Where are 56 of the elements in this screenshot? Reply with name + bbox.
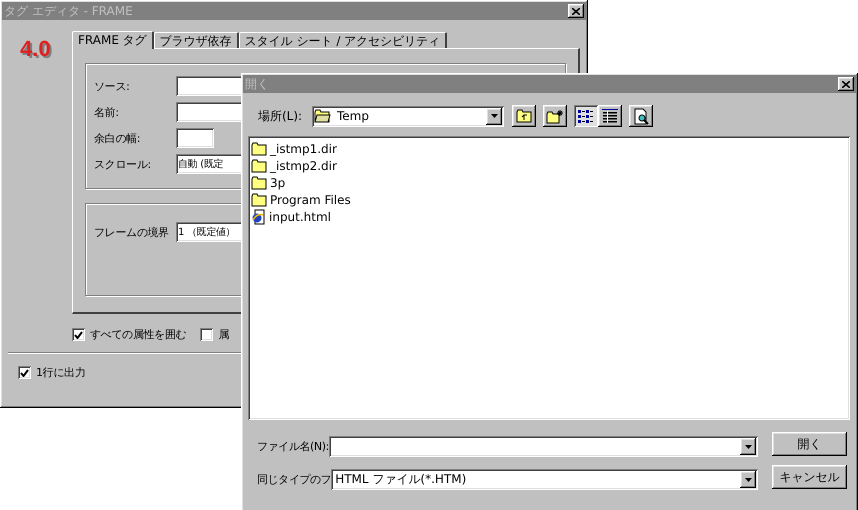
close-icon [842, 80, 850, 88]
tab[interactable]: ブラウザ依存 [154, 32, 239, 48]
folder-icon [251, 158, 268, 172]
tab[interactable]: FRAME タグ [72, 31, 154, 49]
file-item[interactable]: _istmp2.dir [251, 157, 847, 174]
cancel-button[interactable]: キャンセル [772, 465, 847, 489]
check-icon [20, 368, 29, 376]
preview-icon [634, 108, 648, 124]
web-page-icon [251, 208, 267, 224]
caret-icon [744, 478, 752, 482]
list-view-icon [578, 109, 594, 123]
field-label: フレームの境界 [94, 224, 170, 240]
file-item[interactable]: input.html [251, 208, 847, 225]
window-title: 開く [245, 76, 269, 92]
toolbar-button[interactable] [512, 105, 536, 127]
close-icon [572, 8, 580, 14]
field-label: 名前: [94, 104, 120, 120]
new-folder-icon [546, 108, 564, 124]
details-view-icon [602, 109, 618, 123]
checkbox[interactable] [18, 366, 31, 379]
file-item[interactable]: 3p [251, 174, 847, 191]
checkbox-label: 1行に出力 [36, 365, 86, 380]
folder-icon [251, 142, 268, 156]
location-dropdown[interactable]: Temp [312, 106, 504, 126]
checkbox[interactable] [72, 328, 85, 341]
checkbox-label: 属 [218, 327, 230, 342]
field-label: 同じタイプのフ [257, 472, 332, 487]
field-label: 場所(L): [258, 108, 304, 124]
file-name-field[interactable] [328, 436, 758, 457]
file-item[interactable]: Program Files [251, 191, 847, 208]
folder-icon [251, 176, 268, 190]
close-button[interactable] [838, 77, 854, 91]
field-label: ソース: [94, 78, 131, 94]
caret-icon [490, 114, 498, 118]
field-label: スクロール: [94, 156, 152, 172]
checkbox[interactable] [200, 328, 214, 341]
open-button[interactable]: 開く [772, 432, 847, 456]
tab[interactable]: スタイル シート / アクセシビリティ [238, 32, 448, 48]
toolbar-button[interactable] [574, 105, 598, 127]
close-button[interactable] [568, 4, 584, 18]
input-field[interactable] [176, 128, 214, 148]
toolbar-button[interactable] [598, 105, 622, 127]
folder-up-icon [516, 109, 532, 123]
folder-icon [314, 109, 331, 123]
field-label: ファイル名(N): [257, 439, 329, 454]
window-title: タグ エディタ - FRAME [4, 2, 133, 20]
field-label: 余白の幅: [94, 130, 142, 146]
version-logo: 4.0 [20, 36, 51, 61]
folder-icon [251, 192, 268, 206]
file-item[interactable]: _istmp1.dir [251, 140, 847, 157]
toolbar-button[interactable] [543, 105, 567, 127]
check-icon [74, 330, 83, 338]
checkbox-label: すべての属性を囲む [90, 327, 186, 342]
toolbar-button[interactable] [629, 105, 653, 127]
file-type-dropdown[interactable]: HTML ファイル(*.HTM) [331, 469, 758, 490]
caret-icon [744, 444, 752, 448]
